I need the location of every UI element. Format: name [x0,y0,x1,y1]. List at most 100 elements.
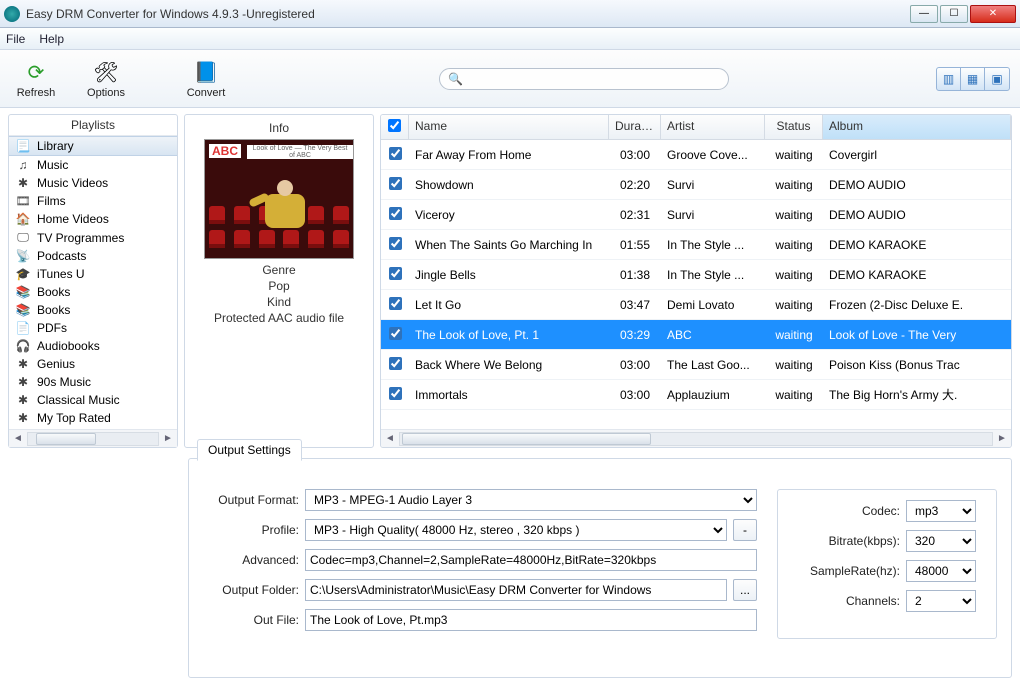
table-row[interactable]: Far Away From Home03:00Groove Cove...wai… [381,140,1011,170]
sidebar-item[interactable]: 📚Books [9,301,177,319]
view-list-button[interactable]: ▥ [937,68,961,90]
sidebar-scroll[interactable]: ◄ ► [9,429,177,447]
header-album[interactable]: Album [823,115,1011,139]
close-button[interactable]: ✕ [970,5,1016,23]
cell-duration: 02:31 [609,208,661,222]
out-file-input[interactable] [305,609,757,631]
sidebar-item-label: Music Videos [37,176,108,190]
sidebar-item[interactable]: 🎧Audiobooks [9,337,177,355]
sidebar-item-label: Books [37,303,70,317]
profile-remove-button[interactable]: - [733,519,757,541]
sidebar-item[interactable]: ✱ My Top Rated [9,409,177,427]
advanced-input[interactable] [305,549,757,571]
scroll-right-icon[interactable]: ► [159,433,177,444]
sidebar-item[interactable]: 🎓iTunes U [9,265,177,283]
cell-artist: In The Style ... [661,268,765,282]
row-checkbox[interactable] [381,177,409,193]
sidebar-item[interactable]: ✱Classical Music [9,391,177,409]
cell-name: Far Away From Home [409,148,609,162]
sidebar-item[interactable]: ✱90s Music [9,373,177,391]
playlist-icon: 📡 [15,249,31,263]
cell-status: waiting [765,208,823,222]
header-checkbox[interactable] [381,115,409,139]
sidebar-item-label: My Top Rated [37,411,111,425]
cell-status: waiting [765,238,823,252]
menu-help[interactable]: Help [39,32,64,46]
kind-value: Protected AAC audio file [191,311,367,325]
header-artist[interactable]: Artist [661,115,765,139]
channels-select[interactable]: 2 [906,590,976,612]
minimize-button[interactable]: — [910,5,938,23]
maximize-button[interactable]: ☐ [940,5,968,23]
row-checkbox[interactable] [381,207,409,223]
cell-status: waiting [765,268,823,282]
row-checkbox[interactable] [381,327,409,343]
codec-select[interactable]: mp3 [906,500,976,522]
header-duration[interactable]: Duration [609,115,661,139]
cell-album: DEMO AUDIO [823,208,1011,222]
sidebar-item[interactable]: ✱Music Videos [9,174,177,192]
toolbar: ⟳ Refresh 🛠 Options 📘 Convert 🔍 ▥ ▦ ▣ [0,50,1020,108]
bitrate-select[interactable]: 320 [906,530,976,552]
table-row[interactable]: Let It Go03:47Demi LovatowaitingFrozen (… [381,290,1011,320]
cell-status: waiting [765,388,823,402]
header-status[interactable]: Status [765,115,823,139]
sidebar-item[interactable]: 🖵TV Programmes [9,228,177,247]
sidebar-item[interactable]: 📡Podcasts [9,247,177,265]
convert-button[interactable]: 📘 Convert [180,59,232,99]
sidebar-item-label: Home Videos [37,212,109,226]
output-folder-input[interactable] [305,579,727,601]
output-format-select[interactable]: MP3 - MPEG-1 Audio Layer 3 [305,489,757,511]
row-checkbox[interactable] [381,387,409,403]
menu-file[interactable]: File [6,32,25,46]
options-button[interactable]: 🛠 Options [80,59,132,99]
sidebar-item[interactable]: 🏠Home Videos [9,210,177,228]
cell-name: Showdown [409,178,609,192]
browse-folder-button[interactable]: ... [733,579,757,601]
refresh-button[interactable]: ⟳ Refresh [10,59,62,99]
sidebar-item[interactable]: ♫Music [9,156,177,174]
sidebar-item-label: Genius [37,357,75,371]
row-checkbox[interactable] [381,357,409,373]
scroll-thumb[interactable] [36,433,96,445]
cell-album: DEMO KARAOKE [823,238,1011,252]
playlist-icon: 🎓 [15,267,31,281]
sidebar-item-label: Classical Music [37,393,120,407]
scroll-left-icon[interactable]: ◄ [381,433,399,444]
search-input[interactable]: 🔍 [439,68,729,90]
table-row[interactable]: Viceroy02:31SurviwaitingDEMO AUDIO [381,200,1011,230]
cell-album: Frozen (2-Disc Deluxe E. [823,298,1011,312]
sidebar-item[interactable]: 📄PDFs [9,319,177,337]
table-row[interactable]: Immortals03:00ApplauziumwaitingThe Big H… [381,380,1011,410]
cell-status: waiting [765,298,823,312]
scroll-thumb[interactable] [402,433,651,445]
sidebar-item[interactable]: 🎞Films [9,192,177,210]
view-cover-button[interactable]: ▣ [985,68,1009,90]
table-row[interactable]: Back Where We Belong03:00The Last Goo...… [381,350,1011,380]
sidebar-heading: Playlists [9,115,177,136]
row-checkbox[interactable] [381,147,409,163]
view-mode-group: ▥ ▦ ▣ [936,67,1010,91]
table-row[interactable]: Jingle Bells01:38In The Style ...waiting… [381,260,1011,290]
row-checkbox[interactable] [381,297,409,313]
sidebar-item[interactable]: 📃Library [9,136,177,156]
scroll-right-icon[interactable]: ► [993,433,1011,444]
scroll-left-icon[interactable]: ◄ [9,433,27,444]
row-checkbox[interactable] [381,267,409,283]
header-name[interactable]: Name [409,115,609,139]
table-row[interactable]: When The Saints Go Marching In01:55In Th… [381,230,1011,260]
samplerate-select[interactable]: 48000 [906,560,976,582]
sidebar-item[interactable]: 📚Books [9,283,177,301]
output-settings-tab[interactable]: Output Settings [197,439,302,461]
profile-select[interactable]: MP3 - High Quality( 48000 Hz, stereo , 3… [305,519,727,541]
window-titlebar: Easy DRM Converter for Windows 4.9.3 -Un… [0,0,1020,28]
row-checkbox[interactable] [381,237,409,253]
playlist-icon: ✱ [15,411,31,425]
table-row[interactable]: The Look of Love, Pt. 103:29ABCwaitingLo… [381,320,1011,350]
table-header: Name Duration Artist Status Album [381,115,1011,140]
table-scroll[interactable]: ◄ ► [381,429,1011,447]
info-heading: Info [191,121,367,135]
sidebar-item[interactable]: ✱Genius [9,355,177,373]
view-grid-button[interactable]: ▦ [961,68,985,90]
table-row[interactable]: Showdown02:20SurviwaitingDEMO AUDIO [381,170,1011,200]
